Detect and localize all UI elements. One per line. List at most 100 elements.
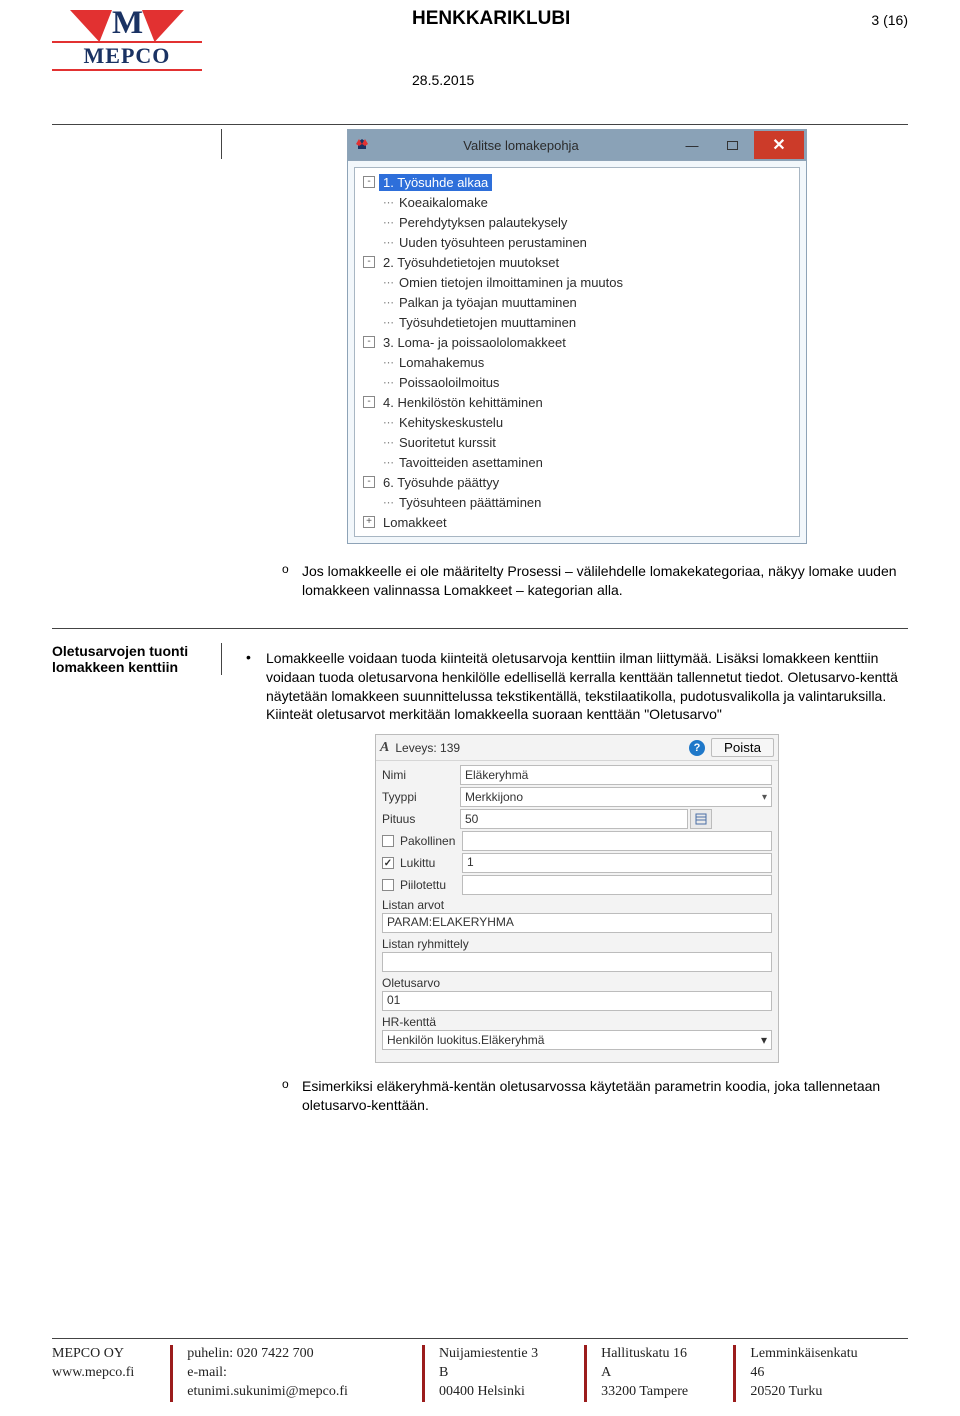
collapse-icon[interactable]: - xyxy=(363,176,375,188)
tree-item-label: Työsuhteen päättäminen xyxy=(395,494,545,511)
oletusarvo-label: Oletusarvo xyxy=(382,976,772,990)
tree-item-label: Tavoitteiden asettaminen xyxy=(395,454,547,471)
tree-item[interactable]: ⋯Suoritetut kurssit xyxy=(357,432,797,452)
logo-m-icon: M xyxy=(112,6,142,44)
listan-arvot-input[interactable]: PARAM:ELAKERYHMA xyxy=(382,913,772,933)
tree-item-label: 1. Työsuhde alkaa xyxy=(379,174,492,191)
footer-col-address3: Lemminkäisenkatu 46 20520 Turku xyxy=(733,1345,886,1402)
oletusarvo-input[interactable]: 01 xyxy=(382,991,772,1011)
collapse-icon[interactable]: - xyxy=(363,396,375,408)
listan-ryhmittely-label: Listan ryhmittely xyxy=(382,937,772,951)
tree-guide-icon: ⋯ xyxy=(383,496,393,509)
field-properties-panel: A Leveys: 139 ? Poista Nimi Eläkeryhmä T… xyxy=(375,734,779,1063)
tree-item[interactable]: ⋯Kehityskeskustelu xyxy=(357,412,797,432)
tree-item[interactable]: ⋯Omien tietojen ilmoittaminen ja muutos xyxy=(357,272,797,292)
leveys-label: Leveys: 139 xyxy=(395,741,460,755)
logo-text: MEPCO xyxy=(52,41,202,71)
tree-item[interactable]: ⋯Poissaoloilmoitus xyxy=(357,372,797,392)
footer-col-contact: puhelin: 020 7422 700 e-mail: etunimi.su… xyxy=(170,1345,400,1402)
note-text: Jos lomakkeelle ei ole määritelty Proses… xyxy=(302,562,908,600)
tree-item-label: Palkan ja työajan muuttaminen xyxy=(395,294,581,311)
pakollinen-input[interactable] xyxy=(462,831,772,851)
example-bullet: o Esimerkiksi eläkeryhmä-kentän oletusar… xyxy=(282,1077,908,1115)
tree-item-label: 4. Henkilöstön kehittäminen xyxy=(379,394,547,411)
window-maximize-button[interactable] xyxy=(712,133,752,157)
tree-item[interactable]: ⋯Uuden työsuhteen perustaminen xyxy=(357,232,797,252)
tree-item[interactable]: ⋯Koeaikalomake xyxy=(357,192,797,212)
bullet-circle-icon: o xyxy=(282,562,302,600)
dialog-title: Valitse lomakepohja xyxy=(370,138,672,153)
listan-ryhmittely-input[interactable] xyxy=(382,952,772,972)
pituus-picker-button[interactable] xyxy=(690,809,712,829)
tree-item[interactable]: ⋯Palkan ja työajan muuttaminen xyxy=(357,292,797,312)
page-footer: MEPCO OY www.mepco.fi puhelin: 020 7422 … xyxy=(0,1338,960,1402)
collapse-icon[interactable]: - xyxy=(363,336,375,348)
wing-right-icon xyxy=(142,10,184,42)
footer-addr1-street: Nuijamiestentie 3 B xyxy=(439,1345,548,1383)
pituus-input[interactable]: 50 xyxy=(460,809,688,829)
tree-item[interactable]: -3. Loma- ja poissaololomakkeet xyxy=(357,332,797,352)
tyyppi-label: Tyyppi xyxy=(382,790,460,804)
help-icon[interactable]: ? xyxy=(689,740,705,756)
text-format-icon[interactable]: A xyxy=(380,740,389,756)
tree-item-label: Koeaikalomake xyxy=(395,194,492,211)
hrkentta-select[interactable]: Henkilön luokitus.Eläkeryhmä▾ xyxy=(382,1030,772,1050)
expand-icon[interactable]: + xyxy=(363,516,375,528)
piilotettu-label: Piilotettu xyxy=(400,878,460,892)
lukittu-checkbox[interactable]: ✓ xyxy=(382,857,394,869)
tree-item-label: Kehityskeskustelu xyxy=(395,414,507,431)
tree-item[interactable]: ⋯Työsuhdetietojen muuttaminen xyxy=(357,312,797,332)
tree-item[interactable]: -4. Henkilöstön kehittäminen xyxy=(357,392,797,412)
tree-guide-icon: ⋯ xyxy=(383,276,393,289)
panel-top-bar: A Leveys: 139 ? Poista xyxy=(376,735,778,761)
section-heading: Oletusarvojen tuonti lomakkeen kenttiin xyxy=(52,643,222,675)
pakollinen-label: Pakollinen xyxy=(400,834,460,848)
tree-item[interactable]: -1. Työsuhde alkaa xyxy=(357,172,797,192)
collapse-icon[interactable]: - xyxy=(363,476,375,488)
tree-guide-icon: ⋯ xyxy=(383,356,393,369)
tree-item-label: Perehdytyksen palautekysely xyxy=(395,214,571,231)
document-date: 28.5.2015 xyxy=(412,72,828,88)
dialog-valitse-lomakepohja: Valitse lomakepohja — ✕ -1. Työsuhde alk… xyxy=(347,129,807,544)
tree-item-label: Lomahakemus xyxy=(395,354,488,371)
tree-item[interactable]: ⋯Työsuhteen päättäminen xyxy=(357,492,797,512)
tree-guide-icon: ⋯ xyxy=(383,236,393,249)
lukittu-input[interactable]: 1 xyxy=(462,853,772,873)
form-template-tree[interactable]: -1. Työsuhde alkaa⋯Koeaikalomake⋯Perehdy… xyxy=(354,167,800,537)
tree-item[interactable]: ⋯Tavoitteiden asettaminen xyxy=(357,452,797,472)
tree-item[interactable]: ⋯Perehdytyksen palautekysely xyxy=(357,212,797,232)
tree-item[interactable]: ⋯Lomahakemus xyxy=(357,352,797,372)
bullet-dot-icon: • xyxy=(246,649,266,725)
tree-item-label: Omien tietojen ilmoittaminen ja muutos xyxy=(395,274,627,291)
footer-phone: puhelin: 020 7422 700 xyxy=(187,1345,386,1364)
tree-guide-icon: ⋯ xyxy=(383,416,393,429)
footer-rule xyxy=(52,1338,908,1339)
collapse-icon[interactable]: - xyxy=(363,256,375,268)
piilotettu-checkbox[interactable] xyxy=(382,879,394,891)
tree-guide-icon: ⋯ xyxy=(383,456,393,469)
wing-left-icon xyxy=(70,10,112,42)
piilotettu-input[interactable] xyxy=(462,875,772,895)
tree-item[interactable]: +Lomakkeet xyxy=(357,512,797,532)
tyyppi-select[interactable]: Merkkijono▾ xyxy=(460,787,772,807)
nimi-label: Nimi xyxy=(382,768,460,782)
tree-item[interactable]: -2. Työsuhdetietojen muutokset xyxy=(357,252,797,272)
poista-button[interactable]: Poista xyxy=(711,738,774,757)
dialog-titlebar[interactable]: Valitse lomakepohja — ✕ xyxy=(348,130,806,160)
footer-addr2-street: Hallituskatu 16 A xyxy=(601,1345,697,1383)
tree-item-label: Suoritetut kurssit xyxy=(395,434,500,451)
tree-guide-icon: ⋯ xyxy=(383,216,393,229)
tree-item[interactable]: -6. Työsuhde päättyy xyxy=(357,472,797,492)
nimi-input[interactable]: Eläkeryhmä xyxy=(460,765,772,785)
footer-website: www.mepco.fi xyxy=(52,1364,134,1383)
tree-item-label: 2. Työsuhdetietojen muutokset xyxy=(379,254,563,271)
pakollinen-checkbox[interactable] xyxy=(382,835,394,847)
header-rule xyxy=(52,124,908,125)
window-minimize-button[interactable]: — xyxy=(672,133,712,157)
tree-guide-icon: ⋯ xyxy=(383,196,393,209)
example-text: Esimerkiksi eläkeryhmä-kentän oletusarvo… xyxy=(302,1077,908,1115)
tree-guide-icon: ⋯ xyxy=(383,376,393,389)
window-close-button[interactable]: ✕ xyxy=(754,131,804,159)
footer-col-address2: Hallituskatu 16 A 33200 Tampere xyxy=(584,1345,711,1402)
tree-guide-icon: ⋯ xyxy=(383,436,393,449)
